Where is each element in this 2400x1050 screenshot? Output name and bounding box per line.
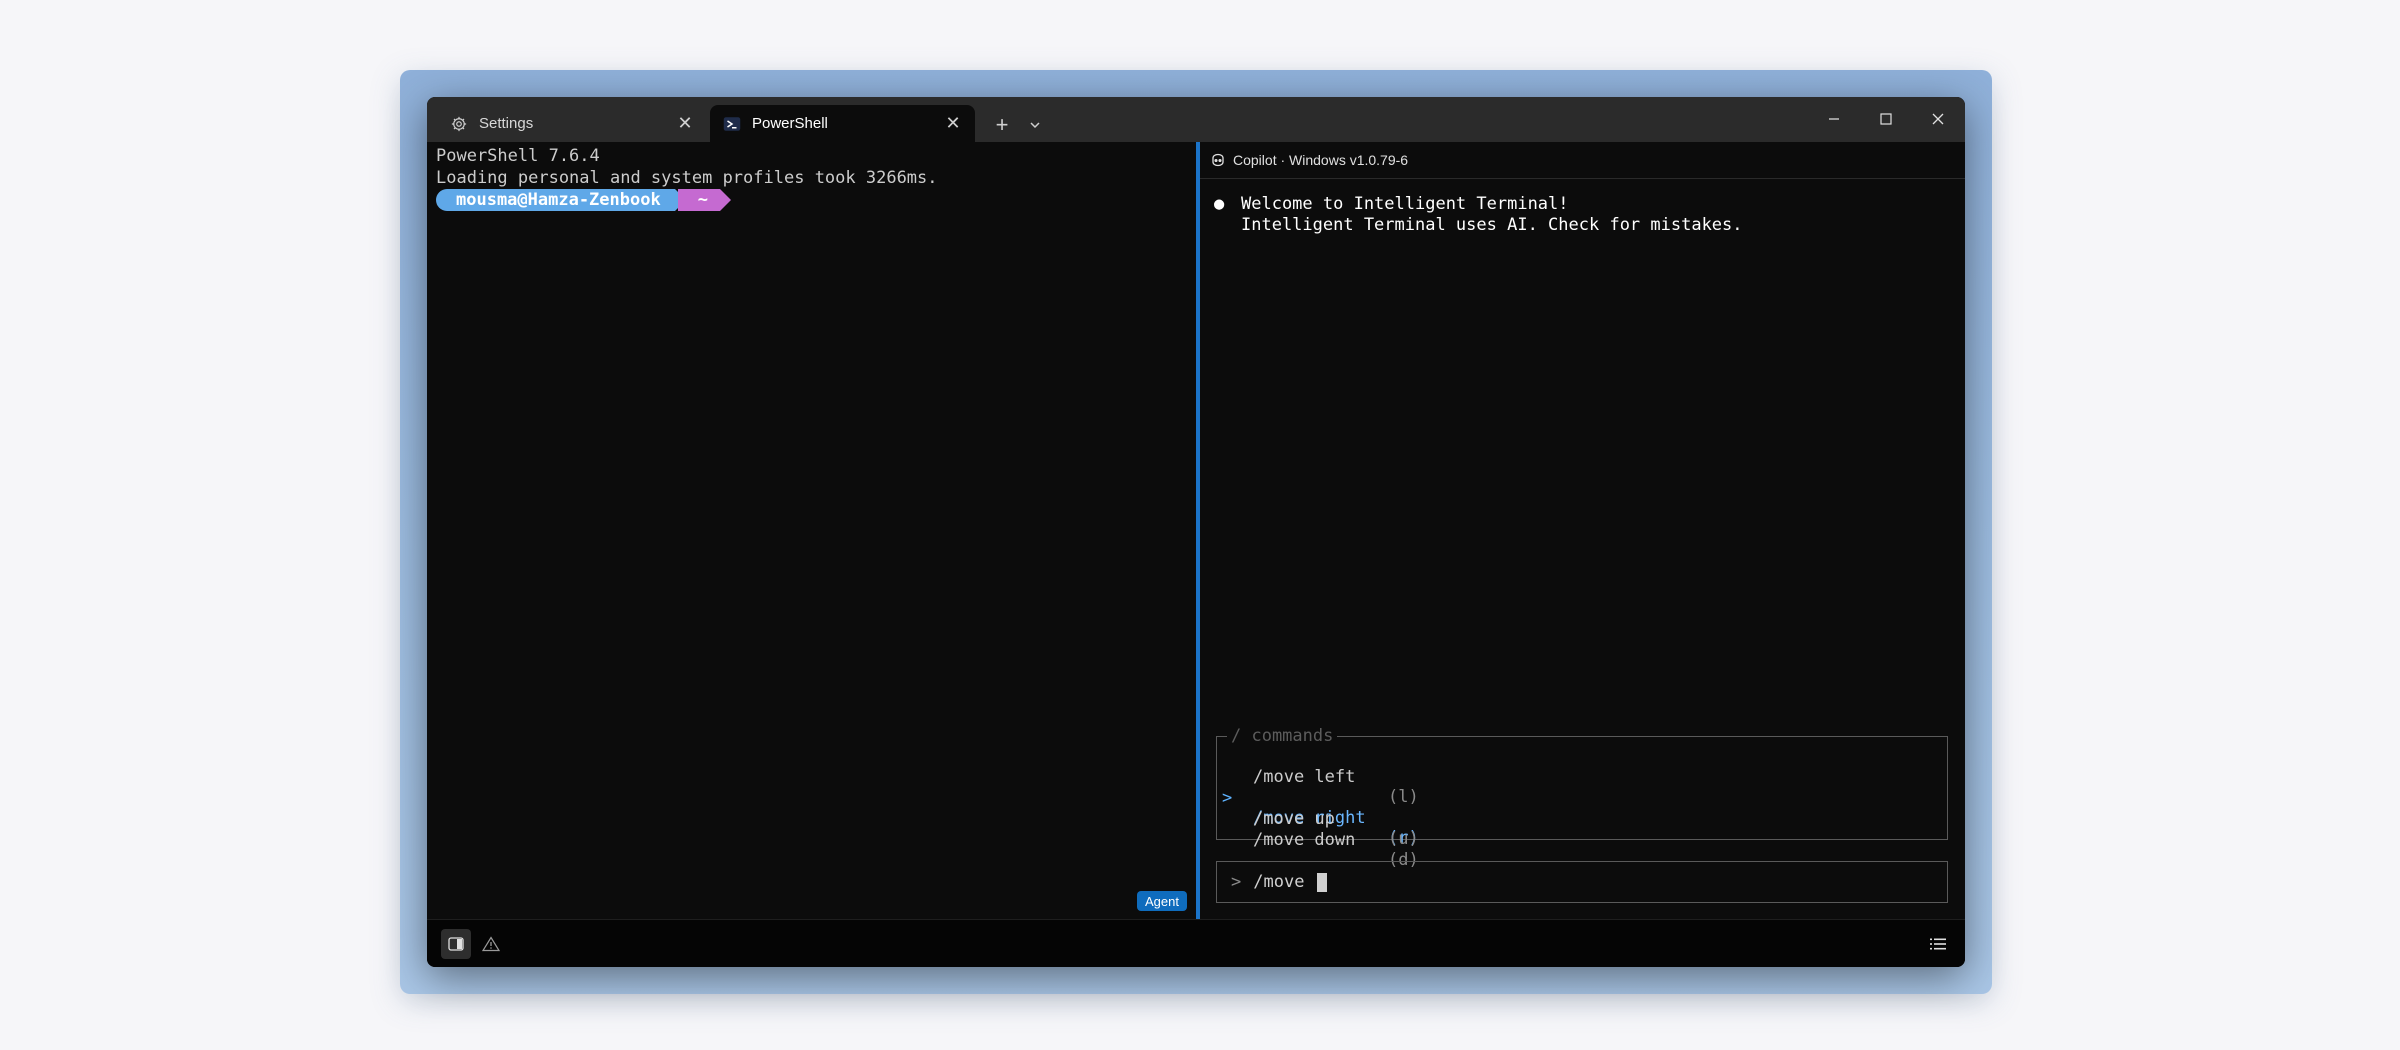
prompt-dir-segment: ~ <box>677 189 732 211</box>
list-icon[interactable] <box>1923 929 1953 959</box>
copilot-header: Copilot · Windows v1.0.79-6 <box>1200 142 1965 179</box>
welcome-title: Welcome to Intelligent Terminal! <box>1241 194 1569 214</box>
tab-powershell-label: PowerShell <box>752 115 828 132</box>
tab-powershell[interactable]: PowerShell ✕ <box>710 105 975 142</box>
command-item-move-up[interactable]: /move up (u) <box>1217 789 1947 849</box>
copilot-input[interactable]: > /move <box>1216 861 1948 903</box>
copilot-title: Copilot · Windows v1.0.79-6 <box>1233 152 1409 168</box>
tab-settings-label: Settings <box>479 115 534 132</box>
title-bar: Settings ✕ PowerShell ✕ + <box>427 97 1965 142</box>
toggle-panel-icon[interactable] <box>441 929 471 959</box>
agent-badge[interactable]: Agent <box>1137 891 1187 911</box>
command-item-move-left[interactable]: /move left (l) <box>1217 747 1947 807</box>
text-cursor <box>1316 872 1327 892</box>
tab-powershell-close-icon[interactable]: ✕ <box>943 113 963 134</box>
warning-icon[interactable] <box>476 929 506 959</box>
shell-prompt: mousma@Hamza-Zenbook ~ <box>436 189 732 211</box>
new-tab-button[interactable]: + <box>987 111 1017 139</box>
status-bar <box>427 919 1965 967</box>
input-prompt-char: > <box>1231 872 1242 892</box>
copilot-pane: Copilot · Windows v1.0.79-6 ● Welcome to… <box>1200 142 1965 919</box>
command-item-move-right[interactable]: > /move right (r) <box>1217 768 1947 848</box>
welcome-bullet: ● <box>1214 194 1225 214</box>
welcome-note: Intelligent Terminal uses AI. Check for … <box>1241 215 1743 235</box>
copilot-icon <box>1210 151 1228 169</box>
terminal-window: Settings ✕ PowerShell ✕ + PowerShell 7.6… <box>427 97 1965 967</box>
chevron-down-icon[interactable] <box>1021 111 1049 139</box>
powershell-icon <box>722 114 742 134</box>
command-shortcut: (u) <box>1388 829 1419 849</box>
tab-settings[interactable]: Settings ✕ <box>437 105 707 142</box>
version-line: PowerShell 7.6.4 <box>436 146 600 166</box>
commands-legend: / commands <box>1227 726 1338 746</box>
gear-icon <box>449 114 469 134</box>
prompt-user-segment: mousma@Hamza-Zenbook <box>436 189 686 211</box>
input-value: /move <box>1253 872 1315 892</box>
minimize-icon[interactable] <box>1809 101 1859 137</box>
tab-settings-close-icon[interactable]: ✕ <box>675 113 695 134</box>
powershell-pane[interactable]: PowerShell 7.6.4 Loading personal and sy… <box>427 142 1196 919</box>
close-window-icon[interactable] <box>1913 101 1963 137</box>
command-item-move-down[interactable]: /move down (d) <box>1217 810 1947 870</box>
maximize-icon[interactable] <box>1861 101 1911 137</box>
loading-line: Loading personal and system profiles too… <box>436 168 938 188</box>
commands-menu: / commands /move left (l) > /move right … <box>1216 726 1948 870</box>
command-name: /move down <box>1253 830 1356 850</box>
